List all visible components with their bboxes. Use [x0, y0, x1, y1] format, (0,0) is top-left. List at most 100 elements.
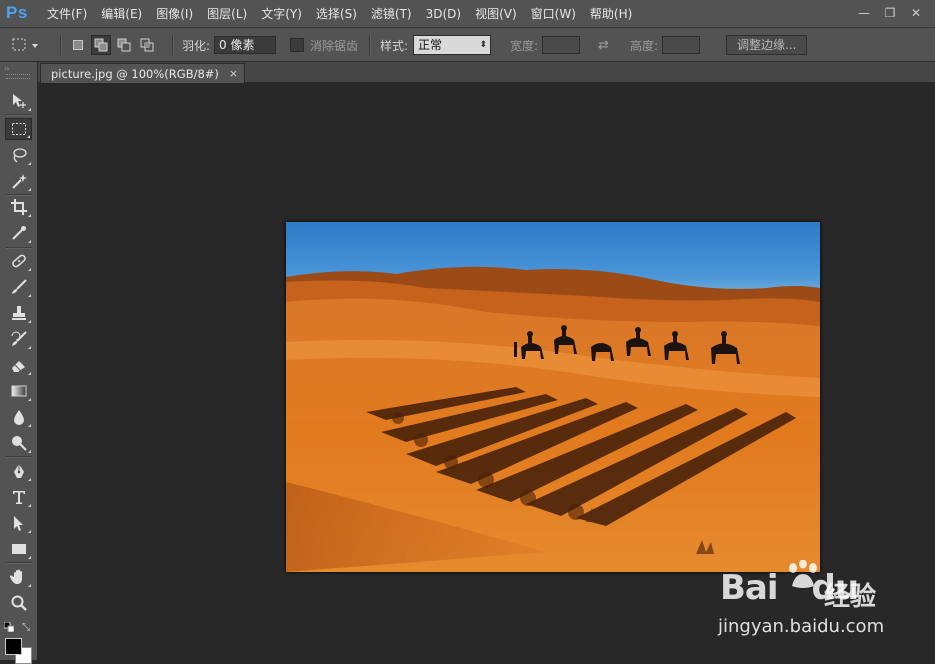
- eraser-tool[interactable]: [5, 354, 32, 376]
- menu-3d[interactable]: 3D(D): [419, 0, 468, 28]
- crop-icon: [10, 199, 27, 215]
- stamp-icon: [11, 306, 26, 320]
- width-label: 宽度:: [510, 38, 539, 53]
- baidu-jingyan-watermark: Bai du 经验 jingyan.baidu.com: [712, 560, 922, 645]
- lasso-tool[interactable]: [5, 144, 32, 166]
- tool-submenu-indicator: [28, 424, 31, 427]
- tool-submenu-indicator: [28, 162, 31, 165]
- brush-tool[interactable]: [5, 276, 32, 298]
- tool-submenu-indicator: [28, 372, 31, 375]
- rectangle-tool[interactable]: [5, 538, 32, 560]
- refine-edge-button[interactable]: 调整边缘...: [726, 35, 808, 55]
- subtract-selection-button[interactable]: [114, 35, 134, 55]
- eyedropper-tool[interactable]: [5, 222, 32, 244]
- default-colors-icon[interactable]: [4, 622, 14, 632]
- photoshop-logo: Ps: [6, 3, 28, 22]
- tool-submenu-indicator: [28, 584, 31, 587]
- chevron-updown-icon: ⬍: [479, 40, 488, 50]
- separator: [369, 35, 371, 55]
- pen-tool[interactable]: [5, 460, 32, 482]
- new-selection-button[interactable]: [68, 35, 88, 55]
- separator: [60, 35, 62, 55]
- antialias-checkbox[interactable]: [290, 38, 304, 52]
- eyedropper-icon: [11, 226, 26, 240]
- foreground-color-swatch[interactable]: [5, 638, 22, 655]
- intersect-selection-icon: [140, 38, 154, 52]
- tools-panel: ›› ⤡: [0, 62, 38, 664]
- swap-arrows-icon[interactable]: ⇄: [598, 38, 609, 53]
- tool-submenu-indicator: [28, 108, 31, 111]
- tool-submenu-indicator: [28, 530, 31, 533]
- antialias-label: 消除锯齿: [310, 38, 359, 53]
- add-selection-icon: [94, 38, 108, 52]
- height-input[interactable]: [662, 36, 701, 54]
- close-icon[interactable]: ×: [229, 67, 238, 80]
- path-selection-tool[interactable]: [5, 512, 32, 534]
- menu-image[interactable]: 图像(I): [149, 0, 200, 28]
- tool-separator: [6, 114, 32, 116]
- menu-type[interactable]: 文字(Y): [254, 0, 309, 28]
- minimize-button[interactable]: —: [854, 0, 874, 28]
- menu-layer[interactable]: 图层(L): [200, 0, 254, 28]
- menu-items: 文件(F) 编辑(E) 图像(I) 图层(L) 文字(Y) 选择(S) 滤镜(T…: [40, 0, 639, 28]
- menu-select[interactable]: 选择(S): [309, 0, 364, 28]
- zoom-tool[interactable]: [5, 592, 32, 614]
- healing-brush-tool[interactable]: [5, 250, 32, 272]
- gradient-icon: [11, 385, 26, 397]
- collapse-panel-icon[interactable]: ››: [4, 64, 10, 73]
- gradient-tool[interactable]: [5, 380, 32, 402]
- marquee-preset-icon: [12, 38, 38, 51]
- intersect-selection-button[interactable]: [137, 35, 157, 55]
- tool-submenu-indicator: [28, 214, 31, 217]
- menu-help[interactable]: 帮助(H): [583, 0, 639, 28]
- document-tab[interactable]: picture.jpg @ 100%(RGB/8#) ×: [40, 63, 246, 83]
- tool-preset-picker[interactable]: [10, 28, 40, 62]
- menu-window[interactable]: 窗口(W): [524, 0, 583, 28]
- width-input[interactable]: [542, 36, 581, 54]
- refine-edge-group: 调整边缘...: [726, 28, 808, 62]
- close-window-button[interactable]: ✕: [906, 0, 926, 28]
- style-label: 样式:: [380, 38, 409, 53]
- menu-edit[interactable]: 编辑(E): [94, 0, 149, 28]
- tool-submenu-indicator: [28, 504, 31, 507]
- rectangular-marquee-tool[interactable]: [5, 118, 32, 140]
- add-selection-button[interactable]: [91, 35, 111, 55]
- new-selection-icon: [73, 40, 83, 50]
- tool-submenu-indicator: [28, 556, 31, 559]
- document-image-desert-caravan[interactable]: [286, 222, 820, 572]
- move-icon: [12, 94, 26, 108]
- menu-file[interactable]: 文件(F): [40, 0, 94, 28]
- magic-wand-tool[interactable]: [5, 170, 32, 192]
- tool-submenu-indicator: [28, 188, 31, 191]
- document-tab-bar: picture.jpg @ 100%(RGB/8#) ×: [38, 62, 935, 83]
- swap-colors-icon[interactable]: ⤡: [22, 622, 30, 633]
- crop-tool[interactable]: [5, 196, 32, 218]
- history-brush-icon: [11, 331, 27, 346]
- style-select[interactable]: 正常 ⬍: [413, 35, 492, 55]
- move-tool[interactable]: [5, 90, 32, 112]
- menu-filter[interactable]: 滤镜(T): [364, 0, 419, 28]
- arrow-icon: [13, 516, 23, 531]
- tool-separator: [6, 456, 32, 458]
- width-group: 宽度:: [510, 28, 581, 62]
- hand-icon: [9, 569, 22, 584]
- panel-grip[interactable]: [6, 74, 30, 79]
- tool-submenu-indicator: [28, 450, 31, 453]
- dodge-tool[interactable]: [5, 432, 32, 454]
- dodge-icon: [11, 436, 27, 451]
- history-brush-tool[interactable]: [5, 328, 32, 350]
- menu-bar: Ps 文件(F) 编辑(E) 图像(I) 图层(L) 文字(Y) 选择(S) 滤…: [0, 0, 935, 28]
- separator: [172, 35, 174, 55]
- menu-view[interactable]: 视图(V): [468, 0, 524, 28]
- pen-icon: [13, 464, 24, 478]
- selection-mode-group: [68, 28, 157, 62]
- maximize-button[interactable]: ❐: [880, 0, 900, 28]
- clone-stamp-tool[interactable]: [5, 302, 32, 324]
- type-tool[interactable]: [5, 486, 32, 508]
- blur-tool[interactable]: [5, 406, 32, 428]
- feather-input[interactable]: 0 像素: [214, 36, 277, 54]
- tool-separator: [6, 247, 32, 249]
- hand-tool[interactable]: [5, 566, 32, 588]
- tool-submenu-indicator: [28, 268, 31, 271]
- options-bar: 羽化: 0 像素 消除锯齿 样式: 正常 ⬍ 宽度: ⇄ 高度: 调整边缘...: [0, 28, 935, 62]
